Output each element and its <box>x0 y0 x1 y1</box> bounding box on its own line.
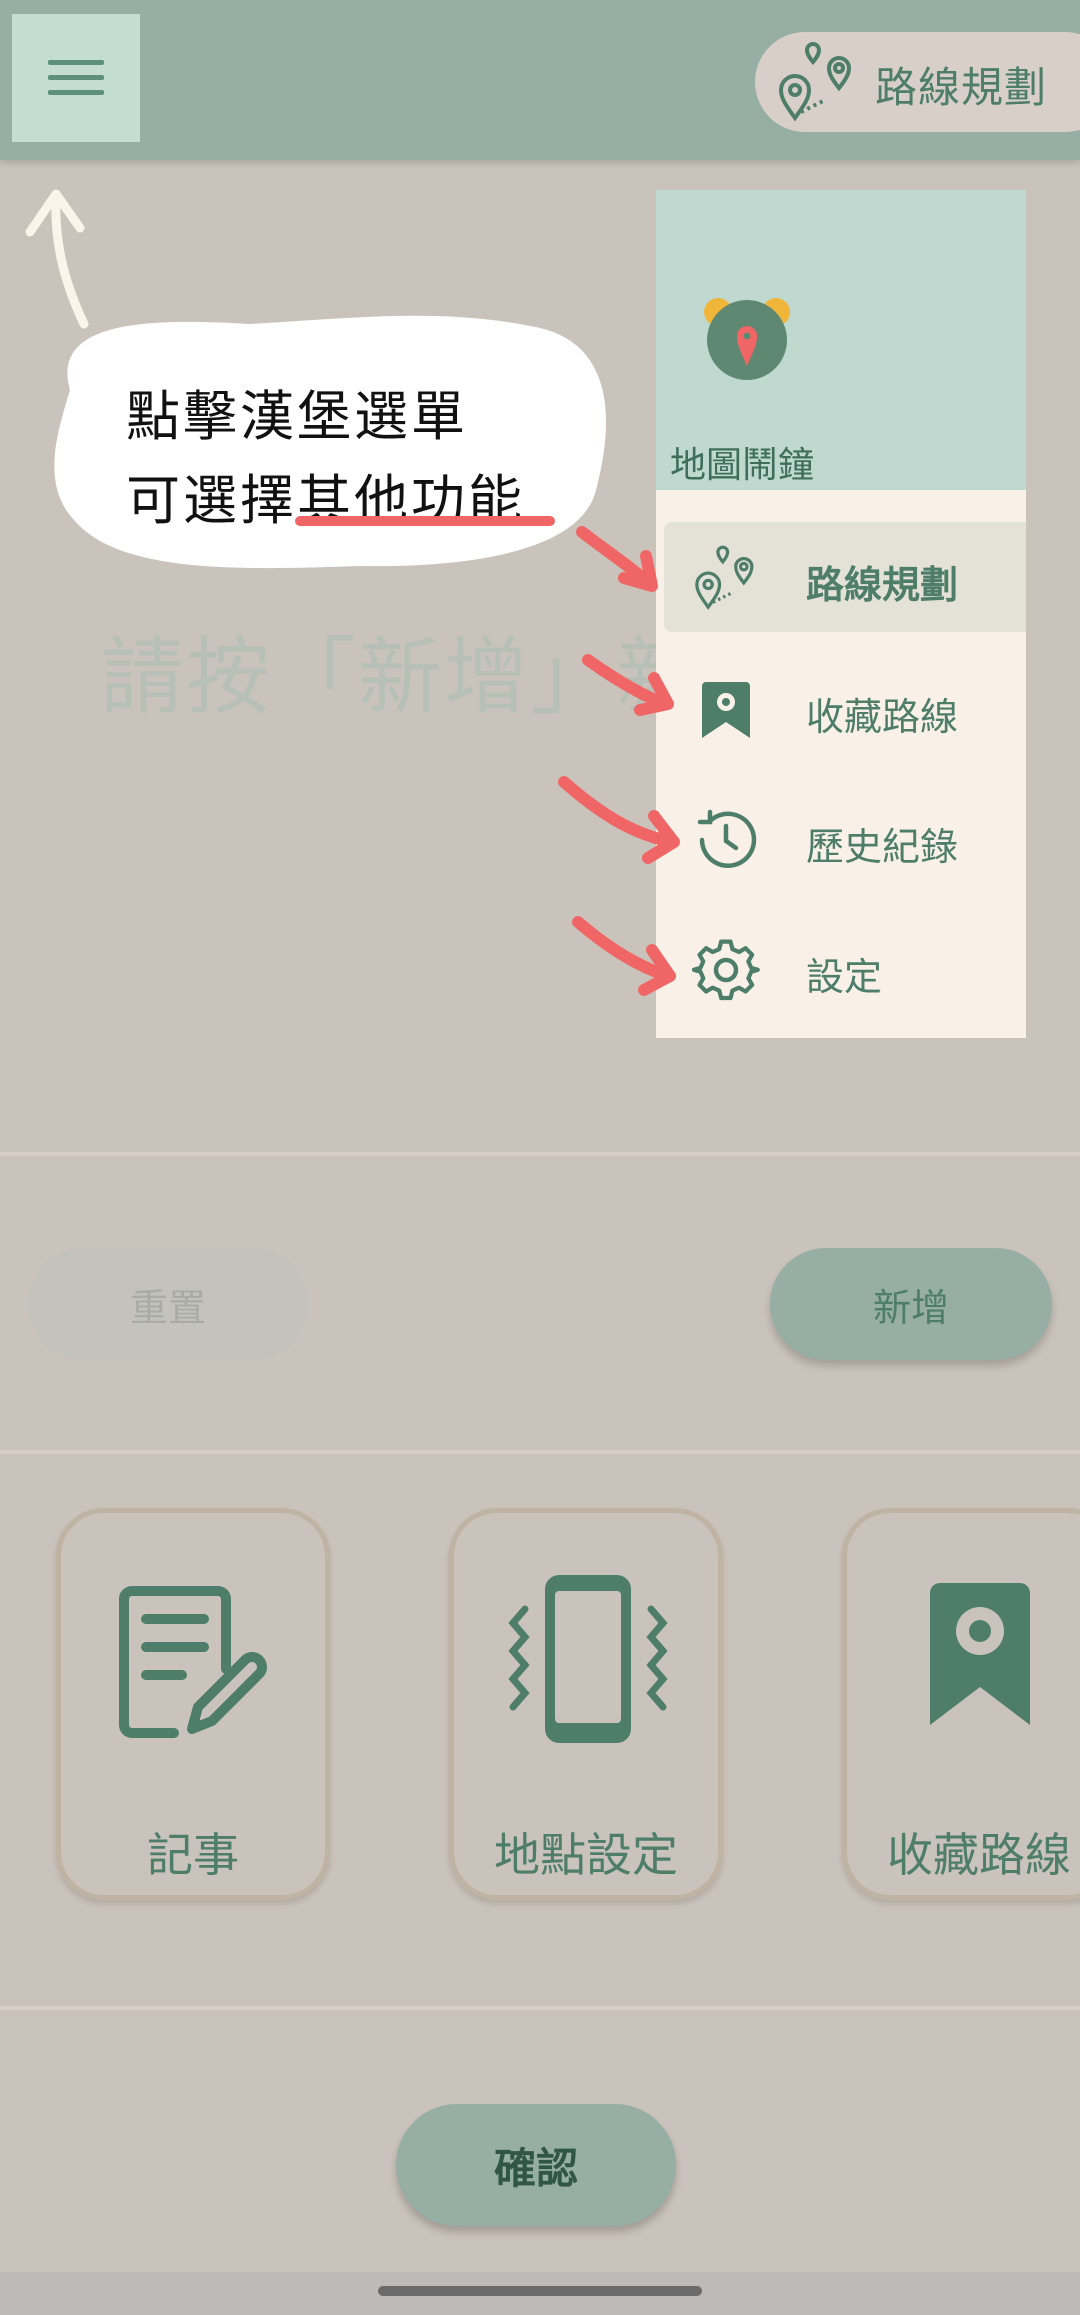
card-label: 記事 <box>147 1828 239 1882</box>
drawer-item-label: 路線規劃 <box>806 563 959 607</box>
section-divider <box>0 1152 1080 1156</box>
section-divider <box>0 2006 1080 2010</box>
bookmark-pin-icon <box>702 682 750 738</box>
drawer-header: 地圖鬧鐘 <box>656 190 1026 490</box>
add-button[interactable]: 新增 <box>770 1248 1052 1360</box>
card-saved-routes[interactable]: 收藏路線 <box>842 1508 1080 1900</box>
arrow-to-menu-icon <box>25 189 85 237</box>
hamburger-menu-button[interactable] <box>12 14 140 142</box>
hamburger-menu-icon <box>48 60 104 95</box>
map-pins-route-icon <box>778 42 852 122</box>
arrow-to-route-planning <box>618 550 658 592</box>
section-divider <box>0 1450 1080 1454</box>
route-planning-chip[interactable]: 路線規劃 <box>755 32 1080 132</box>
drawer-item-history[interactable]: 歷史紀錄 <box>656 784 1026 894</box>
drawer-item-saved-routes[interactable]: 收藏路線 <box>656 654 1026 764</box>
note-pencil-icon <box>119 1586 267 1738</box>
annotation-underline <box>295 516 555 526</box>
card-notes[interactable]: 記事 <box>56 1508 330 1900</box>
arrow-to-route-planning <box>576 526 656 590</box>
drawer-item-label: 收藏路線 <box>806 695 959 739</box>
navigation-drawer: 地圖鬧鐘 路線規劃 收藏路線 歷史紀錄 設定 <box>656 190 1026 1038</box>
drawer-item-settings[interactable]: 設定 <box>656 914 1026 1024</box>
drawer-item-route-planning[interactable]: 路線規劃 <box>664 522 1026 632</box>
bookmark-pin-icon <box>930 1583 1030 1725</box>
gear-icon <box>692 939 760 1001</box>
arrow-to-menu-icon <box>51 191 89 329</box>
home-gesture-bar[interactable] <box>378 2286 702 2296</box>
drawer-title: 地圖鬧鐘 <box>670 445 815 486</box>
drawer-item-label: 設定 <box>806 955 883 999</box>
route-chip-label: 路線規劃 <box>875 63 1048 112</box>
drawer-item-label: 歷史紀錄 <box>806 825 959 869</box>
annotation-text-line1: 點擊漢堡選單 <box>126 385 468 448</box>
confirm-button[interactable]: 確認 <box>396 2104 676 2226</box>
card-label: 地點設定 <box>494 1828 678 1882</box>
card-location-settings[interactable]: 地點設定 <box>449 1508 723 1900</box>
phone-vibrate-icon <box>508 1575 668 1743</box>
history-clock-icon <box>697 809 757 868</box>
alarm-map-pin-icon <box>704 298 790 380</box>
map-pins-route-icon <box>695 545 754 610</box>
arrow-to-settings <box>572 916 674 982</box>
top-app-bar: 路線規劃 <box>0 0 1080 160</box>
empty-hint-text: 請按「新增」新 <box>100 628 703 726</box>
card-label: 收藏路線 <box>887 1828 1071 1882</box>
reset-button[interactable]: 重置 <box>28 1248 308 1360</box>
